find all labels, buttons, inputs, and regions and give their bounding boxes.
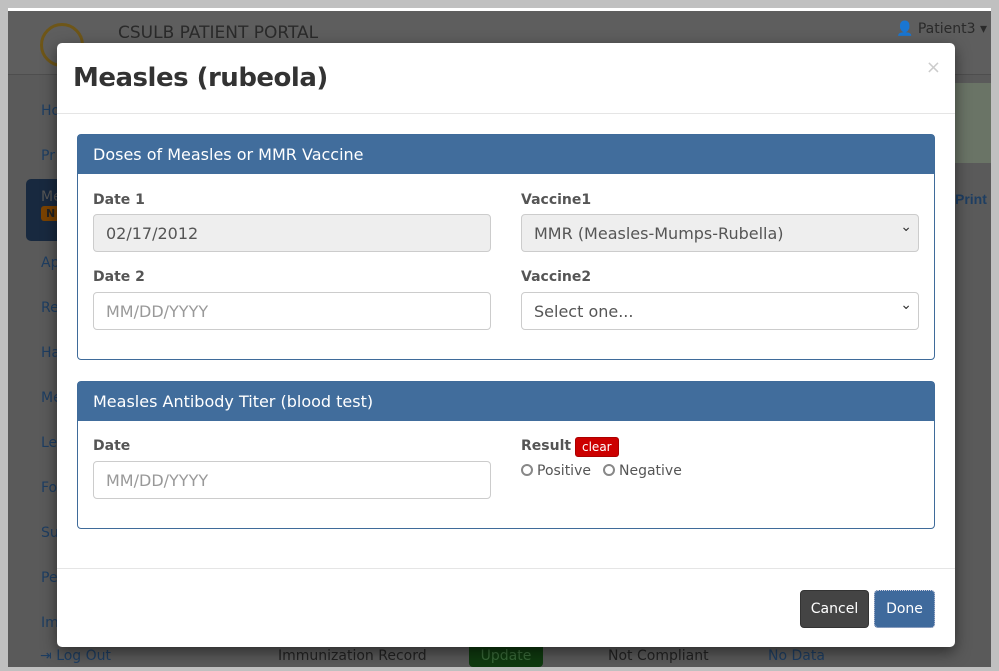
modal-header: Measles (rubeola) ×: [57, 43, 955, 114]
titer-date-label: Date: [93, 438, 131, 454]
clear-button[interactable]: clear: [575, 437, 619, 457]
measles-modal: Measles (rubeola) × Doses of Measles or …: [57, 43, 955, 647]
radio-circle-icon: [521, 464, 533, 476]
vaccine1-label: Vaccine1: [521, 192, 592, 208]
radio-circle-icon: [603, 464, 615, 476]
vaccine1-value: MMR (Measles-Mumps-Rubella): [534, 224, 784, 243]
vaccine2-select[interactable]: Select one...: [521, 292, 919, 330]
date1-input[interactable]: 02/17/2012: [93, 214, 491, 252]
titer-date-input[interactable]: MM/DD/YYYY: [93, 461, 491, 499]
row-name: Immunization Record: [278, 648, 427, 664]
logout-label: Log Out: [56, 648, 112, 664]
cancel-button[interactable]: Cancel: [800, 590, 869, 628]
doses-panel: Doses of Measles or MMR Vaccine Date 1 0…: [77, 134, 935, 360]
titer-panel: Measles Antibody Titer (blood test) Date…: [77, 381, 935, 529]
radio-label: Positive: [537, 463, 591, 479]
titer-date-placeholder: MM/DD/YYYY: [106, 471, 209, 490]
radio-negative[interactable]: Negative: [603, 463, 682, 479]
browser-viewport: CSULB PATIENT PORTAL 👤 Patient3 ▾ Print …: [8, 8, 991, 667]
user-menu[interactable]: 👤 Patient3 ▾: [896, 21, 987, 37]
vaccine2-value: Select one...: [534, 302, 634, 321]
close-icon[interactable]: ×: [926, 57, 941, 78]
row-data: No Data: [768, 648, 825, 664]
radio-positive[interactable]: Positive: [521, 463, 591, 479]
immunization-row: Immunization Record Not Compliant No Data: [278, 648, 825, 664]
result-label: Result: [521, 438, 572, 454]
date2-input[interactable]: MM/DD/YYYY: [93, 292, 491, 330]
titer-panel-header: Measles Antibody Titer (blood test): [78, 382, 934, 421]
date1-label: Date 1: [93, 192, 145, 208]
vaccine2-label: Vaccine2: [521, 269, 592, 285]
done-button[interactable]: Done: [874, 590, 935, 628]
user-name: Patient3: [917, 21, 976, 37]
brand-title: CSULB PATIENT PORTAL: [118, 23, 319, 43]
row-status: Not Compliant: [608, 648, 709, 664]
date2-placeholder: MM/DD/YYYY: [106, 302, 209, 321]
doses-panel-header: Doses of Measles or MMR Vaccine: [78, 135, 934, 174]
modal-title: Measles (rubeola): [73, 63, 328, 93]
date2-label: Date 2: [93, 269, 145, 285]
logout-link[interactable]: ⇥ Log Out: [40, 648, 111, 664]
radio-label: Negative: [619, 463, 682, 479]
vaccine1-select[interactable]: MMR (Measles-Mumps-Rubella): [521, 214, 919, 252]
print-link[interactable]: Print: [955, 191, 987, 207]
modal-footer: Cancel Done: [57, 568, 955, 647]
